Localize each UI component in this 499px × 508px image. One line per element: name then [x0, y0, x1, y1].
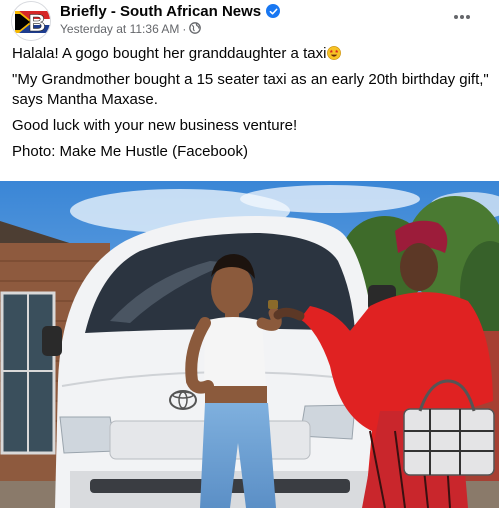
verified-badge-icon	[266, 4, 281, 18]
post-paragraph: Halala! A gogo bought her granddaughter …	[12, 44, 490, 64]
post-meta: Yesterday at 11:36 AM ·	[60, 21, 202, 37]
star-struck-emoji-icon	[327, 46, 342, 60]
page-avatar[interactable]: B	[11, 1, 51, 41]
post-timestamp[interactable]: Yesterday at 11:36 AM	[60, 22, 179, 36]
more-options-button[interactable]	[451, 6, 473, 28]
post-paragraph: Photo: Make Me Hustle (Facebook)	[12, 143, 248, 160]
meta-separator: ·	[182, 22, 187, 36]
post-paragraph: "My Grandmother bought a 15 seater taxi …	[12, 71, 489, 108]
page-name-link[interactable]: Briefly - South African News	[60, 3, 261, 20]
post-photo[interactable]	[0, 181, 499, 508]
svg-text:B: B	[28, 10, 45, 37]
briefly-logo: B	[12, 2, 50, 40]
globe-icon[interactable]	[189, 21, 202, 37]
post-paragraph: Good luck with your new business venture…	[12, 117, 298, 134]
post-message: Halala! A gogo bought her granddaughter …	[12, 44, 490, 168]
photo-illustration	[0, 181, 499, 508]
page-name-row: Briefly - South African News	[60, 1, 281, 21]
post-header: B Briefly - South African News Yesterday…	[0, 0, 499, 42]
more-options-icon	[454, 15, 470, 19]
